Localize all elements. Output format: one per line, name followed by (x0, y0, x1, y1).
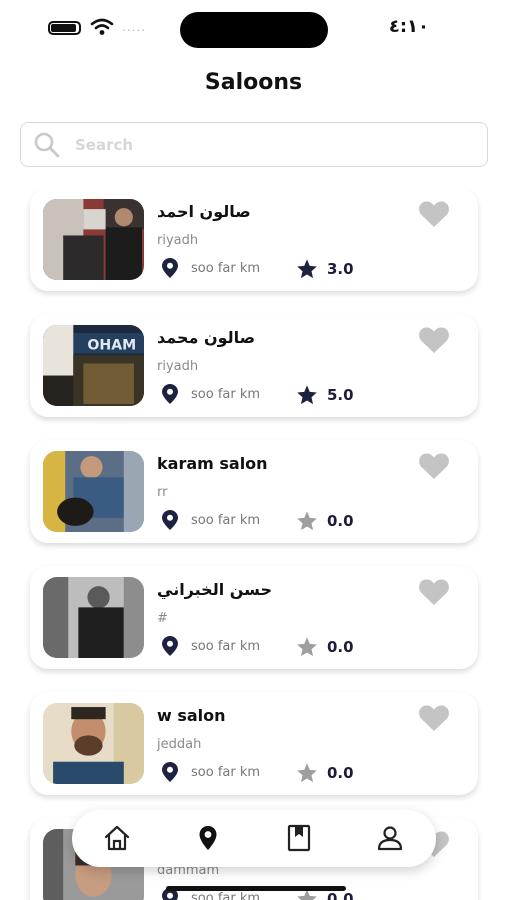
home-indicator (166, 886, 346, 891)
saloon-card[interactable]: حسن الخبراني # soo far km 0.0 (30, 566, 478, 669)
location-pin-icon (162, 384, 178, 404)
heart-icon[interactable] (418, 578, 450, 606)
saloon-name: w salon (157, 706, 226, 725)
heart-icon[interactable] (418, 326, 450, 354)
status-bar: ..... ٤:١٠ (0, 0, 507, 60)
bookmark-icon[interactable] (284, 823, 314, 853)
saloon-city: riyadh (157, 359, 199, 374)
saloon-name: صالون احمد (157, 202, 251, 221)
battery-icon (48, 21, 81, 35)
saloon-distance: soo far km (191, 639, 261, 654)
saloon-distance: soo far km (191, 261, 261, 276)
star-icon (297, 385, 317, 405)
heart-icon[interactable] (418, 704, 450, 732)
saloon-name: صالون محمد (157, 328, 256, 347)
saloon-thumbnail (43, 577, 144, 658)
saloon-name: karam salon (157, 454, 268, 473)
location-pin-icon (162, 636, 178, 656)
saloon-rating: 0.0 (327, 512, 354, 530)
saloon-distance: soo far km (191, 765, 261, 780)
saloon-rating: 0.0 (327, 890, 354, 900)
saloon-rating: 5.0 (327, 386, 354, 404)
star-icon (297, 763, 317, 783)
page-title: Saloons (204, 70, 303, 95)
saloon-distance: soo far km (191, 513, 261, 528)
saloon-city: rr (157, 485, 168, 500)
saloon-rating: 3.0 (327, 260, 354, 278)
saloon-card[interactable]: صالون احمد riyadh soo far km 3.0 (30, 188, 478, 291)
star-icon (297, 637, 317, 657)
location-pin-icon[interactable] (193, 823, 223, 853)
saloon-distance: soo far km (191, 387, 261, 402)
saloon-rating: 0.0 (327, 764, 354, 782)
location-pin-icon (162, 258, 178, 278)
saloon-card[interactable]: w salon jeddah soo far km 0.0 (30, 692, 478, 795)
heart-icon[interactable] (418, 200, 450, 228)
home-icon[interactable] (102, 823, 132, 853)
bottom-nav (72, 810, 436, 867)
saloon-name: حسن الخبراني (157, 580, 272, 599)
saloon-card[interactable]: OHAM صالون محمد riyadh soo far km 5.0 (30, 314, 478, 417)
dynamic-island (180, 12, 328, 48)
saloon-thumbnail: OHAM (43, 325, 144, 406)
saloon-thumbnail (43, 199, 144, 280)
saloon-distance: soo far km (191, 891, 261, 900)
saloon-city: riyadh (157, 233, 199, 248)
wifi-icon (90, 18, 114, 35)
location-pin-icon (162, 510, 178, 530)
saloon-city: jeddah (157, 737, 202, 752)
signal-indicator: ..... (122, 20, 147, 34)
search-icon (34, 132, 60, 157)
saloon-thumbnail (43, 703, 144, 784)
status-time: ٤:١٠ (388, 16, 429, 37)
saloon-thumbnail (43, 451, 144, 532)
location-pin-icon (162, 762, 178, 782)
heart-icon[interactable] (418, 452, 450, 480)
search-bar[interactable] (20, 122, 488, 167)
search-input[interactable] (75, 135, 455, 154)
saloon-rating: 0.0 (327, 638, 354, 656)
star-icon (297, 511, 317, 531)
saloon-card[interactable]: karam salon rr soo far km 0.0 (30, 440, 478, 543)
saloon-list[interactable]: صالون احمد riyadh soo far km 3.0 OHAM صا… (0, 188, 507, 900)
profile-icon[interactable] (375, 823, 405, 853)
svg-text:OHAM: OHAM (87, 337, 136, 353)
saloon-city: # (157, 611, 168, 626)
star-icon (297, 259, 317, 279)
